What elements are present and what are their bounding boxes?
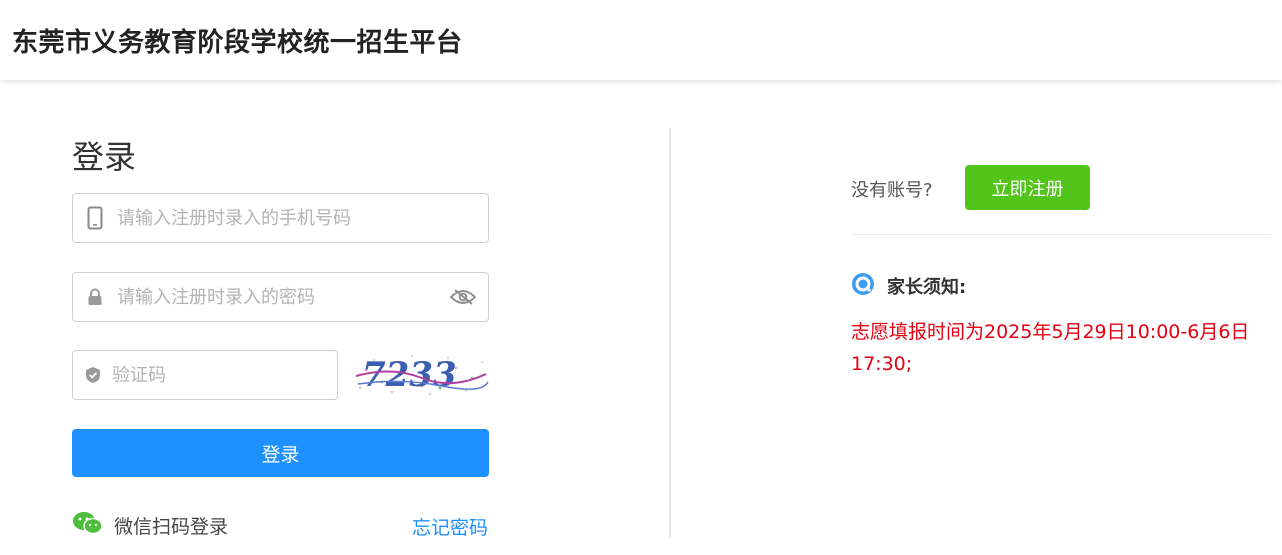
phone-input[interactable] — [117, 194, 488, 242]
notice-icon — [851, 272, 875, 300]
notice-title: 家长须知: — [887, 277, 967, 298]
phone-field — [72, 193, 489, 243]
vertical-divider — [669, 128, 671, 538]
wechat-login-label: 微信扫码登录 — [114, 515, 229, 538]
password-input[interactable] — [117, 273, 438, 321]
login-button[interactable]: 登录 — [72, 429, 489, 477]
header: 东莞市义务教育阶段学校统一招生平台 — [0, 0, 1282, 80]
notice-text: 志愿填报时间为2025年5月29日10:00-6月6日17:30; — [851, 321, 1250, 375]
captcha-image[interactable]: 7233 — [352, 348, 490, 400]
captcha-input[interactable] — [112, 351, 337, 399]
password-field — [72, 272, 489, 322]
eye-off-icon[interactable] — [438, 288, 488, 306]
wechat-icon — [72, 511, 104, 539]
site-title: 东莞市义务教育阶段学校统一招生平台 — [12, 27, 463, 58]
captcha-field — [72, 350, 338, 400]
lock-icon — [73, 288, 117, 306]
notice-heading: 家长须知: — [851, 272, 966, 300]
wechat-login-link[interactable]: 微信扫码登录 — [72, 511, 228, 539]
forgot-password-link[interactable]: 忘记密码 — [412, 513, 488, 540]
no-account-text: 没有账号? — [851, 180, 933, 201]
login-title: 登录 — [72, 138, 137, 176]
phone-icon — [73, 206, 117, 230]
horizontal-divider — [851, 234, 1271, 235]
shield-icon — [73, 366, 112, 384]
register-button[interactable]: 立即注册 — [965, 165, 1090, 210]
